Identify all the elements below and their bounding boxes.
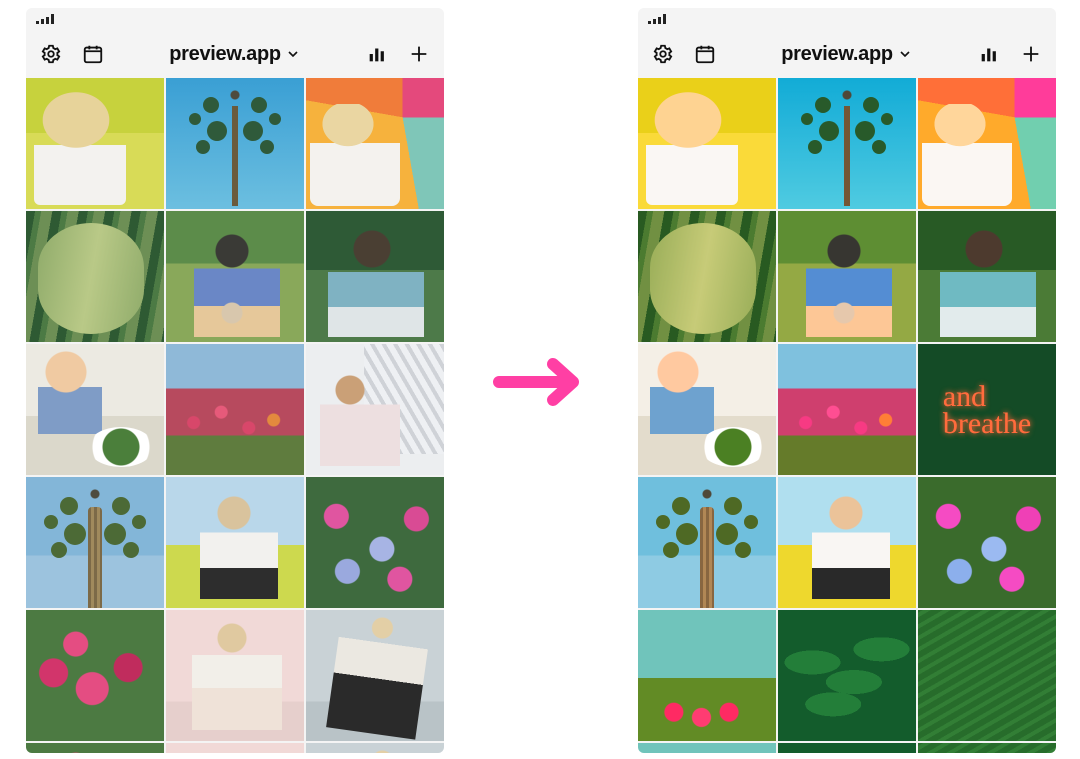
feed-cell[interactable]	[26, 78, 164, 209]
analytics-button[interactable]	[976, 41, 1002, 67]
account-title: preview.app	[169, 43, 281, 66]
feed-cell[interactable]	[778, 610, 916, 741]
status-bar	[638, 8, 1056, 30]
settings-button[interactable]	[38, 41, 64, 67]
chevron-down-icon	[285, 46, 301, 62]
calendar-button[interactable]	[80, 41, 106, 67]
feed-cell[interactable]	[166, 743, 304, 753]
feed-cell[interactable]	[306, 743, 444, 753]
feed-cell[interactable]	[778, 211, 916, 342]
feed-grid	[638, 78, 1056, 753]
feed-cell[interactable]	[638, 477, 776, 608]
status-bar	[26, 8, 444, 30]
feed-cell[interactable]	[778, 477, 916, 608]
feed-cell[interactable]	[166, 211, 304, 342]
feed-cell[interactable]	[26, 610, 164, 741]
chevron-down-icon	[897, 46, 913, 62]
feed-cell[interactable]	[638, 610, 776, 741]
feed-cell[interactable]	[306, 477, 444, 608]
account-switcher[interactable]: preview.app	[169, 43, 301, 66]
feed-cell[interactable]	[918, 743, 1056, 753]
feed-grid	[26, 78, 444, 753]
feed-cell[interactable]	[306, 211, 444, 342]
feed-cell[interactable]	[638, 344, 776, 475]
signal-icon	[648, 14, 666, 24]
feed-cell[interactable]	[638, 743, 776, 753]
calendar-button[interactable]	[692, 41, 718, 67]
add-button[interactable]	[406, 41, 432, 67]
analytics-button[interactable]	[364, 41, 390, 67]
settings-button[interactable]	[650, 41, 676, 67]
feed-cell[interactable]	[26, 477, 164, 608]
add-button[interactable]	[1018, 41, 1044, 67]
feed-cell[interactable]	[166, 610, 304, 741]
feed-cell[interactable]	[778, 344, 916, 475]
feed-cell[interactable]	[918, 78, 1056, 209]
toolbar: preview.app	[638, 30, 1056, 78]
feed-cell[interactable]	[306, 610, 444, 741]
account-title: preview.app	[781, 43, 893, 66]
account-switcher[interactable]: preview.app	[781, 43, 913, 66]
feed-cell[interactable]	[918, 477, 1056, 608]
feed-cell[interactable]	[26, 743, 164, 753]
toolbar: preview.app	[26, 30, 444, 78]
feed-cell[interactable]	[306, 78, 444, 209]
phone-before: preview.app	[26, 8, 444, 753]
feed-cell[interactable]	[166, 477, 304, 608]
feed-cell[interactable]	[778, 743, 916, 753]
feed-cell[interactable]	[918, 610, 1056, 741]
feed-cell[interactable]	[26, 344, 164, 475]
feed-cell[interactable]	[778, 78, 916, 209]
feed-cell[interactable]	[306, 344, 444, 475]
feed-cell[interactable]	[638, 211, 776, 342]
feed-cell[interactable]	[26, 211, 164, 342]
feed-cell[interactable]	[918, 344, 1056, 475]
feed-cell[interactable]	[918, 211, 1056, 342]
phone-after: preview.app	[638, 8, 1056, 753]
feed-cell[interactable]	[166, 78, 304, 209]
feed-cell[interactable]	[166, 344, 304, 475]
arrow-icon	[493, 352, 603, 412]
feed-cell[interactable]	[638, 78, 776, 209]
signal-icon	[36, 14, 54, 24]
